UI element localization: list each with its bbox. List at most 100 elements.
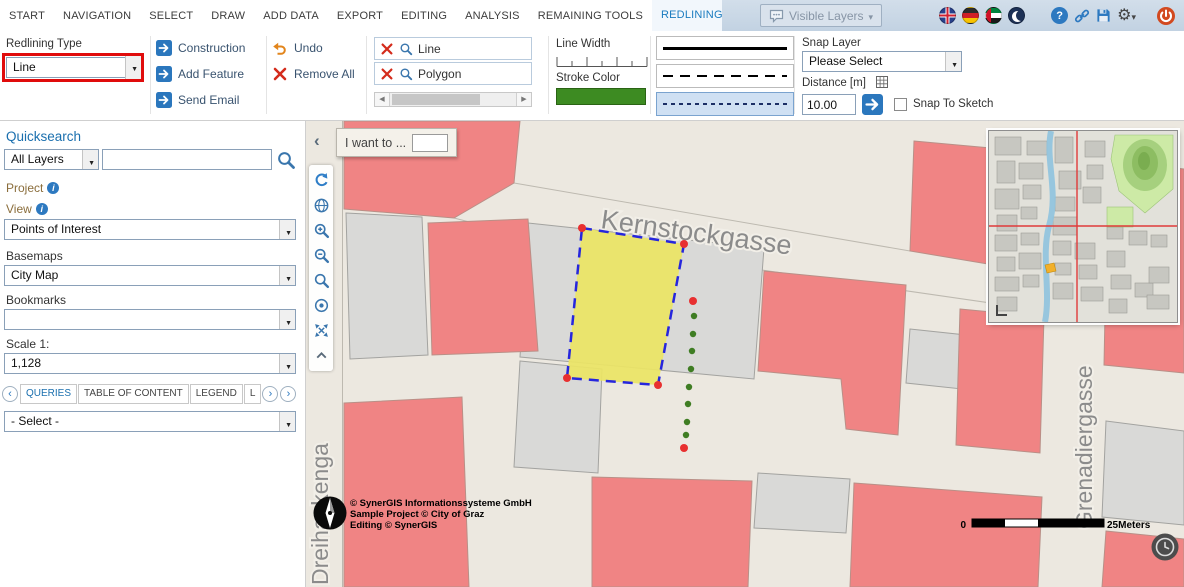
dotted-line-icon bbox=[663, 103, 787, 105]
view-select[interactable]: Points of Interest bbox=[4, 219, 296, 240]
i-want-to-input[interactable] bbox=[412, 134, 448, 152]
undo-button[interactable]: Undo bbox=[272, 40, 323, 56]
distance-input[interactable] bbox=[802, 94, 856, 115]
tab-editing[interactable]: EDITING bbox=[392, 10, 456, 22]
delete-geometry-icon[interactable] bbox=[380, 67, 394, 81]
line-width-slider[interactable] bbox=[556, 54, 648, 69]
line-style-dotted-selected[interactable] bbox=[656, 92, 794, 116]
delete-geometry-icon[interactable] bbox=[380, 42, 394, 56]
add-feature-button[interactable]: Add Feature bbox=[156, 66, 244, 82]
zoom-out-icon bbox=[313, 247, 330, 264]
street-label-grenadiergasse: Grenadiergasse bbox=[1071, 365, 1097, 529]
tab-remaining-tools[interactable]: REMAINING TOOLS bbox=[529, 10, 652, 22]
panel-tabs-scroll-right-icon[interactable] bbox=[262, 386, 278, 402]
panel-tab-legend[interactable]: LEGEND bbox=[190, 384, 243, 404]
tab-analysis[interactable]: ANALYSIS bbox=[456, 10, 529, 22]
stroke-color-label: Stroke Color bbox=[556, 72, 620, 84]
collapse-sidebar-icon[interactable] bbox=[314, 131, 320, 151]
overview-map[interactable] bbox=[988, 130, 1178, 323]
link-icon[interactable] bbox=[1074, 8, 1090, 24]
snap-to-sketch-checkbox[interactable] bbox=[894, 98, 907, 111]
scroll-right-icon[interactable] bbox=[516, 93, 531, 106]
search-scope-select[interactable]: All Layers bbox=[4, 149, 99, 170]
logout-power-icon[interactable] bbox=[1156, 6, 1176, 26]
info-icon[interactable] bbox=[47, 182, 59, 194]
night-mode-icon[interactable] bbox=[1008, 7, 1025, 24]
stroke-color-swatch[interactable] bbox=[556, 88, 646, 105]
panel-tab-strip: QUERIES TABLE OF CONTENT LEGEND L bbox=[2, 383, 304, 405]
uk-flag-icon[interactable] bbox=[939, 7, 956, 24]
tab-navigation[interactable]: NAVIGATION bbox=[54, 10, 140, 22]
project-label: Project bbox=[6, 181, 59, 195]
zoom-window-button[interactable] bbox=[310, 268, 332, 293]
remove-all-button[interactable]: Remove All bbox=[272, 66, 355, 82]
zoom-out-button[interactable] bbox=[310, 243, 332, 268]
view-label: View bbox=[6, 202, 48, 216]
zoom-to-geometry-icon[interactable] bbox=[399, 67, 413, 81]
tab-add-data[interactable]: ADD DATA bbox=[254, 10, 328, 22]
quicksearch-title[interactable]: Quicksearch bbox=[6, 129, 81, 144]
globe-icon bbox=[313, 197, 330, 214]
snap-layer-label: Snap Layer bbox=[802, 37, 861, 49]
history-clock-button[interactable] bbox=[1150, 532, 1180, 562]
visible-layers-button[interactable]: Visible Layers bbox=[760, 4, 882, 27]
copyright-line: Editing © SynerGIS bbox=[350, 520, 437, 531]
chevron-up-icon bbox=[313, 347, 330, 364]
center-point-icon bbox=[313, 297, 330, 314]
quicksearch-input[interactable] bbox=[102, 149, 272, 170]
tab-draw[interactable]: DRAW bbox=[202, 10, 254, 22]
pan-extent-button[interactable] bbox=[310, 318, 332, 343]
apply-distance-button[interactable] bbox=[862, 94, 883, 115]
bookmarks-label: Bookmarks bbox=[6, 293, 66, 307]
help-icon[interactable] bbox=[1051, 7, 1068, 24]
chevron-down-icon bbox=[868, 9, 873, 23]
redlining-ribbon: Redlining Type Line Construction Add Fea… bbox=[0, 31, 1184, 121]
topbar-icons bbox=[939, 0, 1176, 31]
geometry-row-polygon[interactable]: Polygon bbox=[374, 62, 532, 85]
scroll-left-icon[interactable] bbox=[375, 93, 390, 106]
line-style-dashed[interactable] bbox=[656, 64, 794, 88]
german-flag-icon[interactable] bbox=[962, 7, 979, 24]
grid-icon[interactable] bbox=[876, 76, 888, 88]
tab-select[interactable]: SELECT bbox=[140, 10, 202, 22]
full-extent-globe-button[interactable] bbox=[310, 193, 332, 218]
save-icon[interactable] bbox=[1096, 8, 1111, 23]
line-style-solid[interactable] bbox=[656, 36, 794, 60]
settings-gear-icon[interactable] bbox=[1117, 7, 1136, 25]
panel-tabs-scroll-end-icon[interactable] bbox=[280, 386, 296, 402]
sidebar: Quicksearch All Layers Project View Poin… bbox=[0, 121, 306, 587]
tab-redlining[interactable]: REDLINING bbox=[652, 0, 732, 31]
collapse-toolbar-button[interactable] bbox=[310, 343, 332, 368]
geometry-row-line[interactable]: Line bbox=[374, 37, 532, 60]
i-want-to-widget[interactable]: I want to ... bbox=[336, 128, 457, 157]
scale-select[interactable]: 1,128 bbox=[4, 353, 296, 374]
line-width-label: Line Width bbox=[556, 38, 610, 50]
redlining-type-select[interactable]: Line bbox=[6, 57, 140, 78]
search-icon[interactable] bbox=[276, 150, 296, 170]
speech-bubble-icon bbox=[769, 9, 784, 23]
snap-layer-select[interactable]: Please Select bbox=[802, 51, 962, 72]
panel-tab-queries[interactable]: QUERIES bbox=[20, 384, 77, 404]
geometry-list-scrollbar[interactable] bbox=[374, 92, 532, 107]
refresh-map-button[interactable] bbox=[310, 168, 332, 193]
construction-button[interactable]: Construction bbox=[156, 40, 245, 56]
info-icon[interactable] bbox=[36, 203, 48, 215]
zoom-in-button[interactable] bbox=[310, 218, 332, 243]
visible-layers-label: Visible Layers bbox=[789, 9, 863, 23]
center-map-button[interactable] bbox=[310, 293, 332, 318]
query-select[interactable]: - Select - bbox=[4, 411, 296, 432]
panel-tab-table-of-content[interactable]: TABLE OF CONTENT bbox=[78, 384, 189, 404]
bookmarks-select[interactable] bbox=[4, 309, 296, 330]
blue-arrow-icon bbox=[156, 66, 172, 82]
basemap-select[interactable]: City Map bbox=[4, 265, 296, 286]
main-content: Quicksearch All Layers Project View Poin… bbox=[0, 121, 1184, 587]
panel-tabs-scroll-left-icon[interactable] bbox=[2, 386, 18, 402]
tab-export[interactable]: EXPORT bbox=[328, 10, 392, 22]
scale-label: Scale 1: bbox=[6, 337, 49, 351]
uae-flag-icon[interactable] bbox=[985, 7, 1002, 24]
tab-start[interactable]: START bbox=[0, 10, 54, 22]
send-email-button[interactable]: Send Email bbox=[156, 92, 239, 108]
scrollbar-thumb[interactable] bbox=[392, 94, 480, 105]
panel-tab-truncated[interactable]: L bbox=[244, 384, 262, 404]
zoom-to-geometry-icon[interactable] bbox=[399, 42, 413, 56]
